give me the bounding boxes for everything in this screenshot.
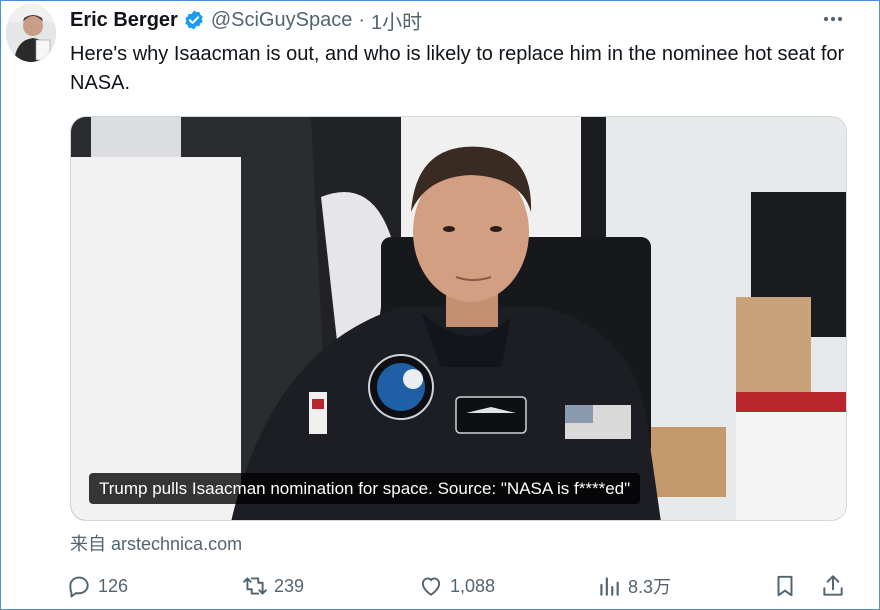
card-photo bbox=[71, 117, 846, 520]
tweet-text: Here's why Isaacman is out, and who is l… bbox=[70, 43, 845, 94]
author-name[interactable]: Eric Berger bbox=[70, 9, 178, 32]
action-bar: 126 239 1,088 8.3万 bbox=[66, 568, 856, 604]
source-prefix: 来自 bbox=[70, 534, 106, 554]
reply-button[interactable]: 126 bbox=[66, 568, 128, 604]
heart-icon bbox=[418, 573, 450, 599]
reply-count: 126 bbox=[98, 575, 129, 596]
views-button[interactable]: 8.3万 bbox=[596, 568, 671, 604]
more-horizontal-icon[interactable] bbox=[822, 8, 844, 30]
bookmark-button[interactable] bbox=[772, 568, 804, 604]
tweet-header: Eric Berger @SciGuySpace · 1小时 bbox=[70, 6, 422, 34]
avatar-image bbox=[6, 4, 56, 62]
views-count: 8.3万 bbox=[628, 577, 672, 597]
reply-icon bbox=[66, 573, 98, 599]
card-caption: Trump pulls Isaacman nomination for spac… bbox=[89, 473, 641, 504]
verified-badge-icon bbox=[183, 9, 205, 31]
retweet-button[interactable]: 239 bbox=[242, 568, 304, 604]
timestamp[interactable]: 1小时 bbox=[371, 6, 422, 35]
retweet-icon bbox=[242, 573, 274, 599]
author-handle[interactable]: @SciGuySpace bbox=[211, 9, 352, 32]
analytics-icon bbox=[596, 573, 628, 599]
card-source-link[interactable]: 来自 arstechnica.com bbox=[70, 530, 242, 556]
link-card-image[interactable]: Trump pulls Isaacman nomination for spac… bbox=[70, 116, 847, 521]
separator-dot: · bbox=[358, 8, 365, 31]
share-icon bbox=[820, 573, 852, 599]
share-button[interactable] bbox=[820, 568, 852, 604]
source-domain: arstechnica.com bbox=[111, 534, 243, 554]
bookmark-icon bbox=[772, 573, 804, 599]
avatar[interactable] bbox=[6, 4, 56, 62]
like-button[interactable]: 1,088 bbox=[418, 568, 495, 604]
like-count: 1,088 bbox=[450, 575, 496, 596]
retweet-count: 239 bbox=[274, 575, 305, 596]
